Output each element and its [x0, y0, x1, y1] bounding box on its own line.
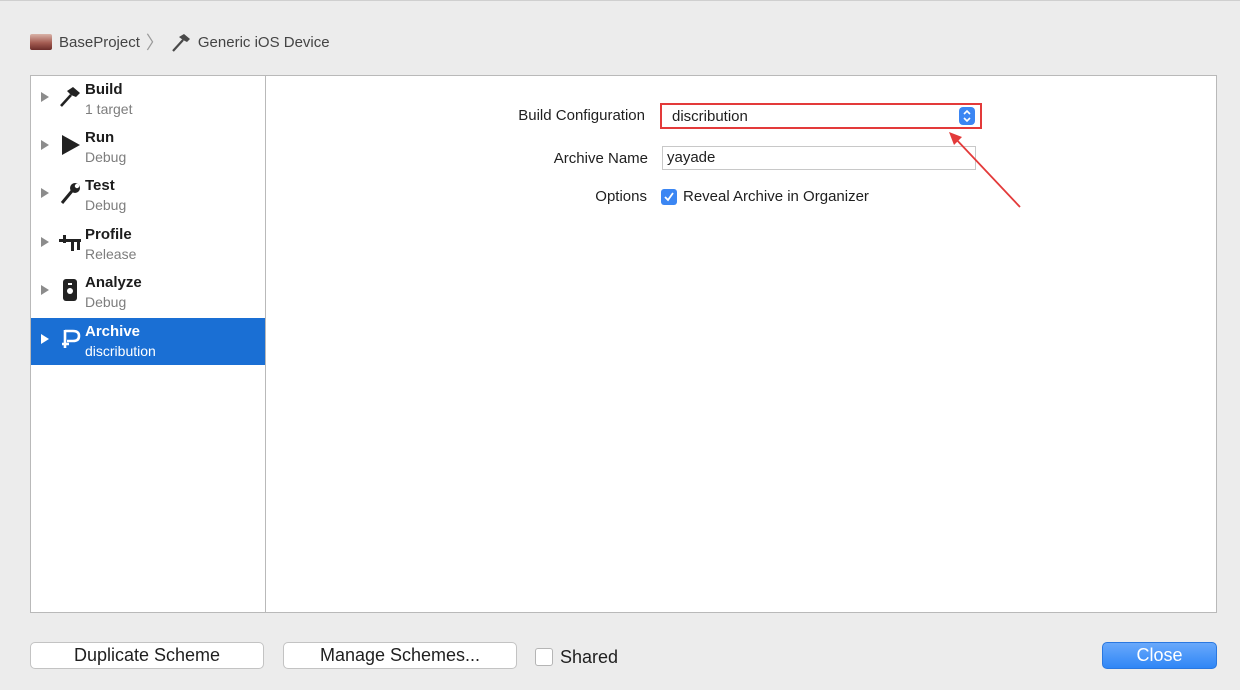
- disclosure-triangle-icon[interactable]: [41, 188, 49, 198]
- archive-icon: [57, 326, 83, 352]
- disclosure-triangle-icon[interactable]: [41, 92, 49, 102]
- wrench-icon: [57, 180, 83, 206]
- sidebar-item-test[interactable]: Test Debug: [31, 172, 265, 219]
- hammer-icon: [57, 84, 83, 110]
- breadcrumb-project[interactable]: BaseProject: [59, 34, 140, 51]
- build-configuration-select[interactable]: discribution: [660, 103, 982, 129]
- sidebar-item-subtitle: Debug: [85, 197, 127, 213]
- sidebar-item-title: Run: [85, 129, 115, 146]
- breadcrumb-device[interactable]: Generic iOS Device: [198, 34, 330, 51]
- manage-schemes-button[interactable]: Manage Schemes...: [283, 642, 517, 669]
- duplicate-scheme-button[interactable]: Duplicate Scheme: [30, 642, 264, 669]
- annotation-arrow: [949, 132, 1021, 208]
- reveal-archive-checkbox[interactable]: [661, 189, 677, 205]
- shared-label[interactable]: Shared: [560, 647, 618, 668]
- chevron-right-icon: 〉: [145, 33, 164, 53]
- breadcrumb: BaseProject 〉 Generic iOS Device: [30, 30, 330, 54]
- archive-name-input[interactable]: yayade: [662, 146, 976, 170]
- sidebar-item-subtitle: Debug: [85, 294, 127, 310]
- sidebar-item-analyze[interactable]: Analyze Debug: [31, 269, 265, 316]
- sidebar-item-profile[interactable]: Profile Release: [31, 221, 265, 268]
- hammer-icon: [170, 32, 192, 52]
- shared-checkbox[interactable]: [535, 648, 553, 666]
- archive-name-value: yayade: [667, 149, 716, 166]
- window-top-border: [0, 0, 1240, 1]
- sidebar-item-subtitle: discribution: [85, 343, 156, 359]
- disclosure-triangle-icon[interactable]: [41, 140, 49, 150]
- sidebar-item-title: Test: [85, 177, 115, 194]
- sidebar-item-title: Archive: [85, 323, 141, 340]
- sidebar-item-title: Profile: [85, 226, 132, 243]
- sidebar-item-archive[interactable]: Archive discribution: [31, 318, 265, 365]
- build-configuration-label: Build Configuration: [518, 107, 645, 124]
- disclosure-triangle-icon[interactable]: [41, 334, 49, 344]
- instruments-icon: [57, 229, 83, 255]
- reveal-archive-label[interactable]: Reveal Archive in Organizer: [683, 188, 869, 205]
- options-label: Options: [595, 188, 647, 205]
- sidebar-item-subtitle: Debug: [85, 149, 127, 165]
- checkmark-icon: [664, 192, 674, 202]
- play-icon: [57, 132, 83, 158]
- scheme-actions-sidebar: Build 1 target Run Debug Test Debug Prof…: [30, 75, 266, 613]
- sidebar-item-subtitle: Release: [85, 246, 137, 262]
- sidebar-item-run[interactable]: Run Debug: [31, 124, 265, 171]
- sidebar-item-title: Analyze: [85, 274, 142, 291]
- analyze-icon: [57, 277, 83, 303]
- sidebar-item-subtitle: 1 target: [85, 101, 133, 117]
- sidebar-item-build[interactable]: Build 1 target: [31, 76, 265, 123]
- build-configuration-value: discribution: [672, 108, 748, 125]
- popup-stepper-icon: [959, 107, 975, 125]
- sidebar-item-title: Build: [85, 81, 123, 98]
- close-button[interactable]: Close: [1102, 642, 1217, 669]
- disclosure-triangle-icon[interactable]: [41, 237, 49, 247]
- project-icon: [30, 34, 52, 50]
- disclosure-triangle-icon[interactable]: [41, 285, 49, 295]
- archive-name-label: Archive Name: [553, 150, 648, 167]
